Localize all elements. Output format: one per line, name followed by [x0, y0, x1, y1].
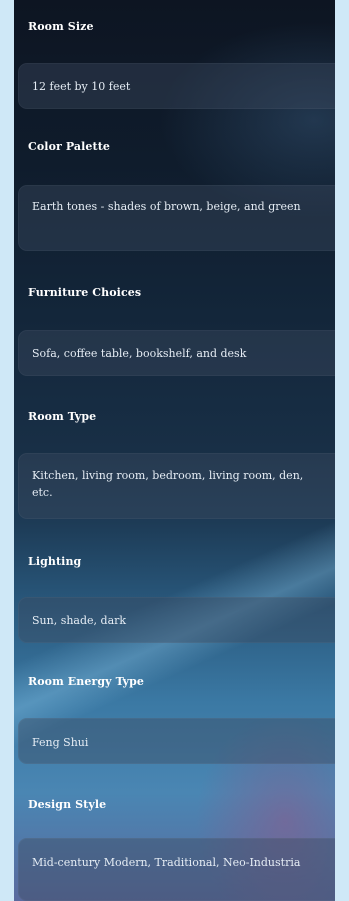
design-style-label: Design Style [28, 798, 107, 811]
room-type-label: Room Type [28, 410, 97, 423]
app-frame: Room Size 12 feet by 10 feet Color Palet… [0, 0, 349, 901]
color-palette-value: Earth tones - shades of brown, beige, an… [32, 200, 301, 213]
room-energy-type-label: Room Energy Type [28, 675, 145, 688]
room-type-value: Kitchen, living room, bedroom, living ro… [32, 469, 304, 499]
form-panel: Room Size 12 feet by 10 feet Color Palet… [14, 0, 335, 901]
lighting-label: Lighting [28, 555, 82, 568]
furniture-choices-label: Furniture Choices [28, 286, 142, 299]
furniture-choices-value: Sofa, coffee table, bookshelf, and desk [32, 347, 247, 360]
room-size-value: 12 feet by 10 feet [32, 80, 131, 93]
color-palette-label: Color Palette [28, 140, 110, 153]
room-size-label: Room Size [28, 20, 94, 33]
design-style-value: Mid-century Modern, Traditional, Neo-Ind… [32, 856, 301, 869]
color-palette-field[interactable] [18, 185, 335, 251]
room-energy-type-value: Feng Shui [32, 736, 89, 749]
lighting-value: Sun, shade, dark [32, 614, 127, 627]
